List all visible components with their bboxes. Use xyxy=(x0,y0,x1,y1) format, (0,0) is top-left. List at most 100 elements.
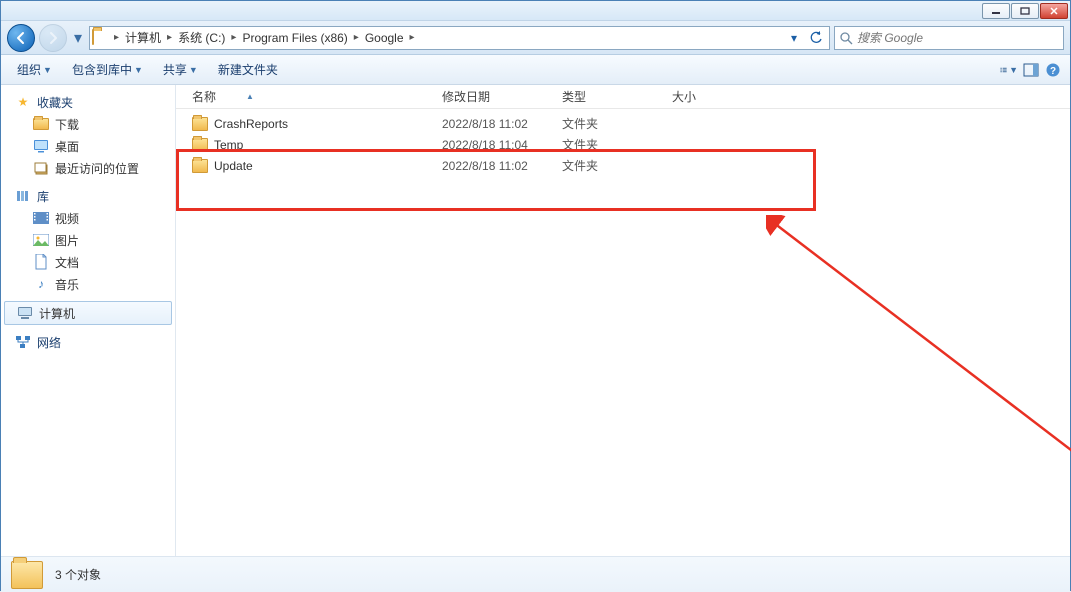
address-bar[interactable]: ▸ 计算机 ▸ 系统 (C:) ▸ Program Files (x86) ▸ … xyxy=(89,26,830,50)
column-modified[interactable]: 修改日期 xyxy=(434,85,554,108)
file-type: 文件夹 xyxy=(554,136,664,153)
file-modified: 2022/8/18 11:02 xyxy=(434,117,554,131)
share-menu[interactable]: 共享 ▼ xyxy=(155,57,206,82)
column-name[interactable]: 名称 ▲ xyxy=(184,85,434,108)
refresh-button[interactable] xyxy=(805,27,827,49)
recent-locations-dropdown[interactable]: ▾ xyxy=(783,27,805,49)
window-controls xyxy=(982,3,1068,19)
table-row[interactable]: Temp 2022/8/18 11:04 文件夹 xyxy=(176,134,1070,155)
table-row[interactable]: CrashReports 2022/8/18 11:02 文件夹 xyxy=(176,113,1070,134)
favorites-group[interactable]: ★ 收藏夹 xyxy=(1,91,175,113)
sidebar-item-music[interactable]: ♪ 音乐 xyxy=(1,273,175,295)
column-label: 大小 xyxy=(672,88,696,105)
pictures-icon xyxy=(33,232,49,248)
chevron-down-icon: ▼ xyxy=(1009,65,1018,75)
item-count: 3 个对象 xyxy=(55,566,101,583)
explorer-window: ▾ ▸ 计算机 ▸ 系统 (C:) ▸ Program Files (x86) … xyxy=(0,0,1071,591)
sidebar-item-label: 图片 xyxy=(55,232,79,249)
help-button[interactable]: ? xyxy=(1044,61,1062,79)
file-name: CrashReports xyxy=(214,117,288,131)
folder-icon xyxy=(192,117,208,131)
column-size[interactable]: 大小 xyxy=(664,85,744,108)
chevron-right-icon[interactable]: ▸ xyxy=(410,32,415,43)
music-icon: ♪ xyxy=(33,276,49,292)
libraries-label: 库 xyxy=(37,188,49,205)
organize-menu[interactable]: 组织 ▼ xyxy=(9,57,60,82)
folder-icon xyxy=(92,30,108,46)
file-name: Temp xyxy=(214,138,243,152)
folder-icon xyxy=(192,138,208,152)
include-label: 包含到库中 xyxy=(72,61,132,78)
close-button[interactable] xyxy=(1040,3,1068,19)
sidebar-item-label: 计算机 xyxy=(39,305,75,322)
minimize-button[interactable] xyxy=(982,3,1010,19)
command-bar: 组织 ▼ 包含到库中 ▼ 共享 ▼ 新建文件夹 ▼ ? xyxy=(1,55,1070,85)
sidebar-item-recent[interactable]: 最近访问的位置 xyxy=(1,157,175,179)
computer-icon xyxy=(17,305,33,321)
file-modified: 2022/8/18 11:02 xyxy=(434,159,554,173)
sidebar-item-downloads[interactable]: 下载 xyxy=(1,113,175,135)
chevron-right-icon[interactable]: ▸ xyxy=(231,32,236,43)
navbar: ▾ ▸ 计算机 ▸ 系统 (C:) ▸ Program Files (x86) … xyxy=(1,21,1070,55)
sidebar-item-label: 桌面 xyxy=(55,138,79,155)
chevron-right-icon[interactable]: ▸ xyxy=(167,32,172,43)
star-icon: ★ xyxy=(15,94,31,110)
organize-label: 组织 xyxy=(17,61,41,78)
column-headers: 名称 ▲ 修改日期 类型 大小 xyxy=(176,85,1070,109)
breadcrumb-label: Program Files (x86) xyxy=(242,31,347,45)
recent-icon xyxy=(33,160,49,176)
include-in-library-menu[interactable]: 包含到库中 ▼ xyxy=(64,57,151,82)
sidebar-item-pictures[interactable]: 图片 xyxy=(1,229,175,251)
folder-icon xyxy=(11,561,43,589)
table-row[interactable]: Update 2022/8/18 11:02 文件夹 xyxy=(176,155,1070,176)
sidebar-item-documents[interactable]: 文档 xyxy=(1,251,175,273)
sidebar-item-label: 下载 xyxy=(55,116,79,133)
sidebar-item-label: 最近访问的位置 xyxy=(55,160,139,177)
file-list: 名称 ▲ 修改日期 类型 大小 CrashReports 2022/8/18 1… xyxy=(176,85,1070,556)
back-button[interactable] xyxy=(7,24,35,52)
document-icon xyxy=(33,254,49,270)
library-icon xyxy=(15,188,31,204)
nav-history-dropdown[interactable]: ▾ xyxy=(71,24,85,52)
search-input[interactable] xyxy=(857,31,1059,45)
file-name: Update xyxy=(214,159,253,173)
column-type[interactable]: 类型 xyxy=(554,85,664,108)
sidebar-item-network[interactable]: 网络 xyxy=(1,331,175,353)
network-icon xyxy=(15,334,31,350)
libraries-group[interactable]: 库 xyxy=(1,185,175,207)
maximize-button[interactable] xyxy=(1011,3,1039,19)
preview-pane-button[interactable] xyxy=(1022,61,1040,79)
sort-indicator-icon: ▲ xyxy=(246,92,254,101)
sidebar-item-computer[interactable]: 计算机 xyxy=(4,301,172,325)
breadcrumb-label: 系统 (C:) xyxy=(178,29,225,46)
sidebar-item-label: 视频 xyxy=(55,210,79,227)
breadcrumb-label: Google xyxy=(365,31,404,45)
sidebar-item-label: 文档 xyxy=(55,254,79,271)
chevron-down-icon: ▼ xyxy=(43,65,52,75)
sidebar-item-desktop[interactable]: 桌面 xyxy=(1,135,175,157)
breadcrumb-program-files[interactable]: Program Files (x86) xyxy=(238,27,351,49)
search-box[interactable] xyxy=(834,26,1064,50)
sidebar-item-videos[interactable]: 视频 xyxy=(1,207,175,229)
folder-icon xyxy=(192,159,208,173)
chevron-down-icon: ▼ xyxy=(189,65,198,75)
column-label: 类型 xyxy=(562,88,586,105)
chevron-right-icon[interactable]: ▸ xyxy=(354,32,359,43)
view-options-button[interactable]: ▼ xyxy=(1000,61,1018,79)
file-rows: CrashReports 2022/8/18 11:02 文件夹 Temp 20… xyxy=(176,109,1070,176)
details-pane: 3 个对象 xyxy=(1,556,1070,592)
column-label: 名称 xyxy=(192,88,216,105)
desktop-icon xyxy=(33,138,49,154)
sidebar-item-label: 网络 xyxy=(37,334,61,351)
share-label: 共享 xyxy=(163,61,187,78)
forward-button[interactable] xyxy=(39,24,67,52)
svg-text:?: ? xyxy=(1050,66,1056,77)
breadcrumb-computer[interactable]: 计算机 xyxy=(121,27,165,49)
search-icon xyxy=(839,31,853,45)
chevron-down-icon: ▼ xyxy=(134,65,143,75)
breadcrumb-drive-c[interactable]: 系统 (C:) xyxy=(174,27,229,49)
chevron-right-icon[interactable]: ▸ xyxy=(114,32,119,43)
titlebar xyxy=(1,1,1070,21)
new-folder-button[interactable]: 新建文件夹 xyxy=(210,57,286,82)
breadcrumb-google[interactable]: Google xyxy=(361,27,408,49)
